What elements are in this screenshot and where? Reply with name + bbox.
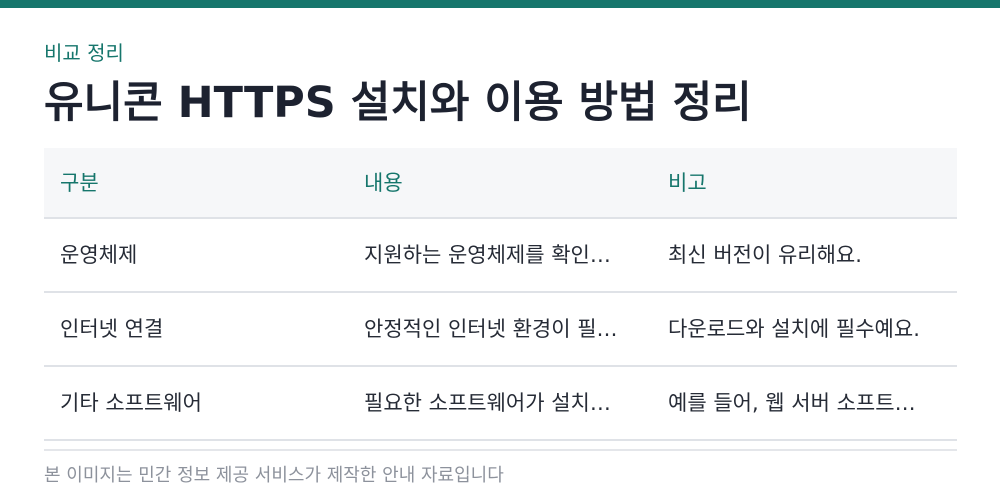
- cell-category: 인터넷 연결: [60, 317, 164, 341]
- table-row: 운영체제 지원하는 운영체제를 확인… 최신 버전이 유리해요.: [44, 219, 957, 293]
- column-header-content: 내용: [364, 170, 403, 195]
- column-header-note: 비고: [668, 170, 707, 195]
- comparison-table: 구분 내용 비고 운영체제 지원하는 운영체제를 확인… 최신 버전이 유리해요…: [44, 148, 957, 441]
- cell-content: 지원하는 운영체제를 확인…: [364, 243, 611, 267]
- cell-content: 필요한 소프트웨어가 설치…: [364, 391, 611, 415]
- cell-category: 기타 소프트웨어: [60, 391, 202, 415]
- column-header-category: 구분: [60, 170, 99, 195]
- cell-note: 최신 버전이 유리해요.: [668, 243, 862, 267]
- page-title: 유니콘 HTTPS 설치와 이용 방법 정리: [44, 78, 752, 128]
- table-header-row: 구분 내용 비고: [44, 148, 957, 219]
- footer-note: 본 이미지는 민간 정보 제공 서비스가 제작한 안내 자료입니다: [44, 465, 504, 486]
- cell-note: 다운로드와 설치에 필수예요.: [668, 317, 920, 341]
- cell-content: 안정적인 인터넷 환경이 필…: [364, 317, 618, 341]
- section-label: 비교 정리: [44, 41, 124, 65]
- cell-category: 운영체제: [60, 243, 138, 267]
- top-accent-bar: [0, 0, 1000, 8]
- table-row: 인터넷 연결 안정적인 인터넷 환경이 필… 다운로드와 설치에 필수예요.: [44, 293, 957, 367]
- table-bottom-divider: [44, 449, 957, 451]
- table-row: 기타 소프트웨어 필요한 소프트웨어가 설치… 예를 들어, 웹 서버 소프트…: [44, 367, 957, 441]
- cell-note: 예를 들어, 웹 서버 소프트…: [668, 391, 916, 415]
